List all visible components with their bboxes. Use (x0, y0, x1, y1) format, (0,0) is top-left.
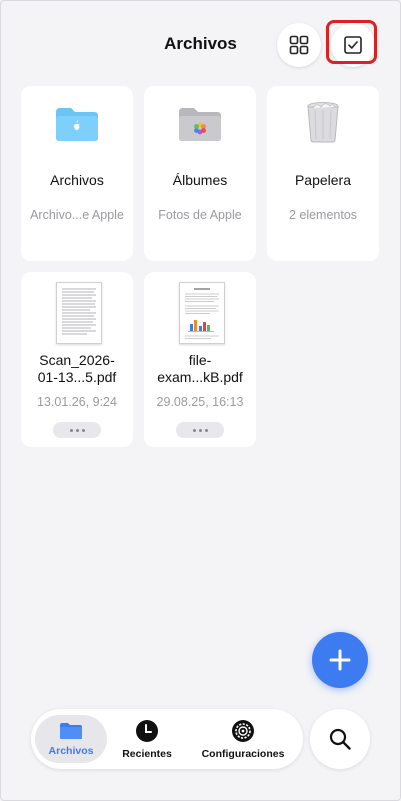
tab-configuraciones[interactable]: Configuraciones (191, 709, 295, 769)
trash-icon (307, 102, 339, 143)
grid-icon (289, 35, 309, 55)
tab-bar: Archivos Recientes Configuraciones (31, 709, 303, 769)
folder-icon (60, 722, 82, 739)
file-date: 29.08.25, 16:13 (156, 395, 244, 409)
folder-title: Archivos (50, 172, 104, 188)
folder-card-papelera[interactable]: Papelera 2 elementos (267, 86, 379, 261)
icloud-folder-icon (56, 108, 98, 141)
select-button-highlight (326, 20, 377, 64)
folder-title: Papelera (294, 172, 352, 188)
add-button[interactable] (312, 632, 368, 688)
document-thumbnail (179, 282, 225, 344)
folder-card-albumes[interactable]: Álbumes Fotos de Apple (144, 86, 256, 261)
gear-icon (232, 719, 254, 742)
file-date: 13.01.26, 9:24 (37, 395, 117, 409)
folder-subtitle: 2 elementos (288, 208, 358, 222)
folder-title: Álbumes (172, 172, 228, 188)
photos-folder-icon (179, 108, 221, 141)
file-card-scan[interactable]: Scan_2026- 01-13...5.pdf 13.01.26, 9:24 (21, 272, 133, 447)
folder-subtitle: Fotos de Apple (158, 208, 242, 222)
grid-view-button[interactable] (277, 23, 321, 67)
folder-subtitle: Archivo...e Apple (30, 208, 124, 222)
tab-archivos[interactable]: Archivos (35, 715, 107, 763)
tab-label: Configuraciones (201, 747, 285, 760)
search-icon (329, 728, 351, 750)
search-button[interactable] (310, 709, 370, 769)
tab-recientes[interactable]: Recientes (111, 709, 183, 769)
tab-label: Recientes (122, 747, 172, 760)
file-name-line-1: Scan_2026- (39, 352, 115, 368)
file-name-line-2: exam...kB.pdf (157, 369, 243, 385)
plus-icon (329, 649, 351, 671)
tab-label: Archivos (48, 744, 94, 757)
more-options-button[interactable] (176, 422, 224, 438)
file-name-line-1: file- (188, 352, 212, 368)
folder-card-archivos[interactable]: Archivos Archivo...e Apple (21, 86, 133, 261)
clock-icon (136, 719, 158, 742)
file-name-line-2: 01-13...5.pdf (37, 369, 117, 385)
file-card-example[interactable]: file- exam...kB.pdf 29.08.25, 16:13 (144, 272, 256, 447)
document-thumbnail (56, 282, 102, 344)
more-options-button[interactable] (53, 422, 101, 438)
